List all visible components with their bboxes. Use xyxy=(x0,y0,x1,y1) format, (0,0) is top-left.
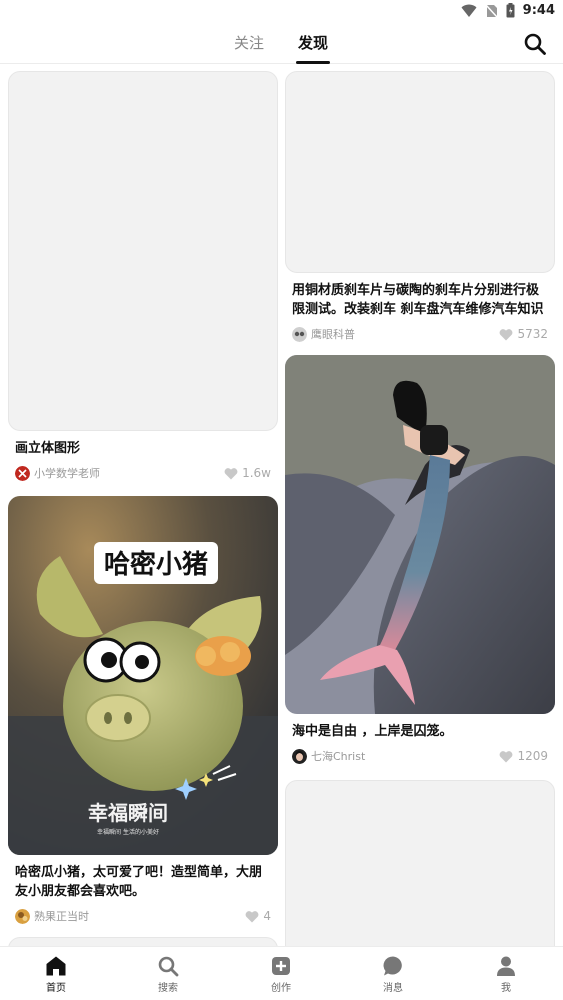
avatar xyxy=(15,465,30,481)
image-brand-text: 幸福瞬间 xyxy=(88,801,168,825)
top-bar: 关注 发现 xyxy=(0,24,563,64)
card-meta: 小学数学老师 1.6w xyxy=(8,464,278,482)
card-meta: 七海Christ 1209 xyxy=(285,747,555,765)
battery-icon xyxy=(506,3,515,18)
no-sim-icon xyxy=(485,3,498,18)
like-count[interactable]: 5732 xyxy=(499,327,548,341)
feed-card[interactable]: 海中是自由 ，上岸是囚笼。 七海Christ 1209 xyxy=(285,355,555,765)
card-caption: 用铜材质刹车片与碳陶的刹车片分别进行极限测试。改装刹车 刹车盘汽车维修汽车知识 xyxy=(292,283,544,317)
nav-label: 消息 xyxy=(383,983,403,994)
nav-label: 我 xyxy=(501,983,511,994)
profile-icon xyxy=(497,956,515,976)
melon-pig-photo: 哈密小猪 幸福瞬间 幸福瞬间 生活的小美好 xyxy=(8,496,278,855)
image-title-text: 哈密小猪 xyxy=(104,549,208,580)
image-brand-subtext: 幸福瞬间 生活的小美好 xyxy=(97,828,159,836)
card-caption: 画立体图形 xyxy=(15,441,81,456)
author-name[interactable]: 七海Christ xyxy=(311,748,499,764)
card-image-placeholder xyxy=(285,780,555,946)
card-image-placeholder xyxy=(285,71,555,273)
card-image xyxy=(285,355,555,714)
status-icons: 9:44 xyxy=(461,3,555,18)
card-meta: 熟果正当时 4 xyxy=(8,907,278,925)
tab-discover[interactable]: 发现 xyxy=(298,32,328,64)
heart-icon xyxy=(224,467,238,479)
card-image-placeholder xyxy=(8,71,278,431)
search-icon xyxy=(158,956,179,977)
status-bar: 9:44 xyxy=(0,0,563,24)
card-caption: 海中是自由 ，上岸是囚笼。 xyxy=(292,724,453,739)
feed-card[interactable] xyxy=(8,937,278,946)
message-icon xyxy=(383,956,402,976)
like-count[interactable]: 1.6w xyxy=(224,466,271,480)
like-count-value: 1209 xyxy=(517,749,548,763)
author-name[interactable]: 熟果正当时 xyxy=(34,908,245,924)
feed-card[interactable]: 哈密小猪 幸福瞬间 幸福瞬间 生活的小美好 哈密瓜小猪，太可爱了吧！造型简单，大… xyxy=(8,496,278,925)
create-plus-icon xyxy=(272,957,290,975)
tab-follow[interactable]: 关注 xyxy=(234,32,264,64)
heart-icon xyxy=(245,910,259,922)
feed-card[interactable]: 用铜材质刹车片与碳陶的刹车片分别进行极限测试。改装刹车 刹车盘汽车维修汽车知识 … xyxy=(285,71,555,343)
nav-home[interactable]: 首页 xyxy=(26,955,86,994)
nav-label: 创作 xyxy=(271,983,291,994)
search-icon[interactable] xyxy=(523,32,547,56)
nav-create[interactable]: 创作 xyxy=(251,955,311,994)
home-icon xyxy=(46,956,66,976)
heart-icon xyxy=(500,328,513,340)
feed-card[interactable] xyxy=(285,780,555,946)
nav-profile[interactable]: 我 xyxy=(476,955,536,994)
clock: 9:44 xyxy=(522,3,555,18)
nav-label: 搜索 xyxy=(158,983,178,994)
mermaid-photo xyxy=(285,355,555,714)
author-name[interactable]: 鹰眼科普 xyxy=(311,326,499,342)
feed-card[interactable]: 画立体图形 小学数学老师 1.6w xyxy=(8,71,278,482)
nav-search[interactable]: 搜索 xyxy=(138,955,198,994)
like-count-value: 5732 xyxy=(517,327,548,341)
like-count-value: 4 xyxy=(263,909,271,923)
heart-icon xyxy=(500,750,513,762)
avatar xyxy=(292,748,307,764)
avatar xyxy=(292,326,307,342)
card-meta: 鹰眼科普 5732 xyxy=(285,325,555,343)
nav-label: 首页 xyxy=(46,983,66,994)
card-image: 哈密小猪 幸福瞬间 幸福瞬间 生活的小美好 xyxy=(8,496,278,855)
card-caption: 哈密瓜小猪，太可爱了吧！造型简单，大朋友小朋友都会喜欢吧。 xyxy=(15,865,263,899)
like-count-value: 1.6w xyxy=(242,466,271,480)
like-count[interactable]: 4 xyxy=(245,909,271,923)
author-name[interactable]: 小学数学老师 xyxy=(34,465,224,481)
wifi-icon xyxy=(461,4,477,17)
like-count[interactable]: 1209 xyxy=(499,749,548,763)
bottom-nav: 首页 搜索 创作 消息 我 xyxy=(0,946,563,1000)
discover-feed: 画立体图形 小学数学老师 1.6w 哈密小猪 幸福瞬间 幸福瞬间 生活的小美好 … xyxy=(0,64,563,946)
card-image-placeholder xyxy=(8,937,278,946)
avatar xyxy=(15,908,30,924)
nav-messages[interactable]: 消息 xyxy=(363,955,423,994)
